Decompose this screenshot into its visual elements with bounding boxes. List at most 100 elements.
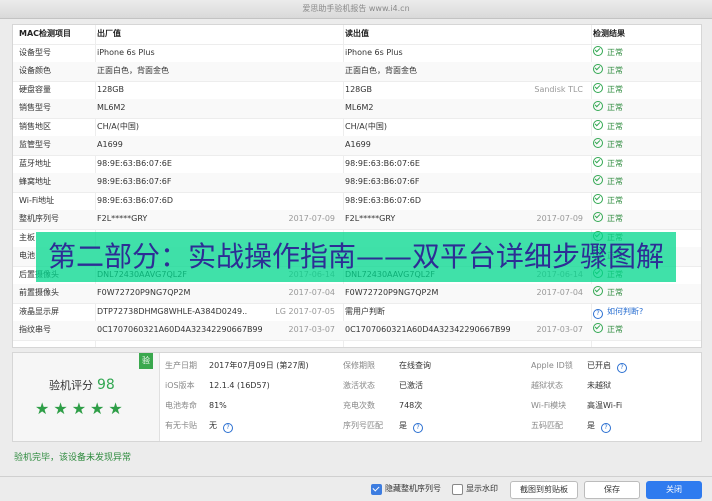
inspection-table: MAC检测项目 出厂值 读出值 检测结果 设备型号 iPhone 6s Plus i…: [12, 24, 702, 348]
info-value: 12.1.4 (16D57): [209, 381, 270, 390]
verified-badge: 验: [139, 353, 153, 369]
row-item: 监管型号: [19, 140, 51, 149]
row-read-cell: 需用户判断: [345, 303, 591, 322]
factory-value: 0C1707060321A60D4A32342290667B99: [97, 325, 263, 334]
info-value: 748次: [399, 401, 423, 410]
hide-serial-label[interactable]: 隐藏整机序列号: [385, 482, 441, 496]
factory-value: 正面白色，背面金色: [97, 66, 169, 75]
row-item: 设备颜色: [19, 66, 51, 75]
row-item: 指纹串号: [19, 325, 51, 334]
table-row: 蜂窝地址 98:9E:63:B6:07:6F 98:9E:63:B6:07:6F 正常: [13, 173, 701, 193]
table-row: 液晶显示屏 DTP72738DHMG8WHLE-A384D0249.. LG 201…: [13, 303, 701, 322]
row-result-cell: 正常: [593, 44, 701, 63]
read-date: Sandisk TLC: [534, 84, 583, 94]
result-status: 正常: [607, 195, 623, 205]
table-header: MAC检测项目 出厂值 读出值 检测结果: [13, 25, 701, 45]
info-value: 未越狱: [587, 381, 611, 390]
factory-value: 98:9E:63:B6:07:6D: [97, 195, 173, 205]
result-status: 正常: [607, 214, 623, 223]
result-message: 验机完毕，该设备未发现异常: [14, 453, 132, 463]
info-field: Apple ID锁 已开启?: [531, 357, 631, 375]
factory-date: 2017-07-04: [288, 288, 336, 297]
info-value[interactable]: 在线查询: [399, 361, 431, 370]
row-item: 前置摄像头: [19, 288, 59, 297]
info-value: 2017年07月09日 (第27周): [209, 361, 309, 370]
read-date: 2017-03-07: [536, 325, 584, 334]
row-factory-cell: 128GB: [97, 81, 343, 100]
row-item: 液晶显示屏: [19, 306, 59, 316]
row-read-cell: iPhone 6s Plus: [345, 44, 591, 63]
row-read-cell: 98:9E:63:B6:07:6F: [345, 173, 591, 192]
check-circle-icon: [593, 323, 603, 333]
factory-date: 2017-07-09: [288, 214, 336, 223]
check-circle-icon: [593, 101, 603, 111]
result-status: 正常: [607, 121, 623, 131]
row-read-cell: CH/A(中国): [345, 118, 591, 137]
info-label: Apple ID锁: [531, 361, 573, 370]
table-row: 前置摄像头 F0W72720P9NG7QP2M 2017-07-04 F0W72720…: [13, 284, 701, 304]
check-circle-icon: [593, 156, 603, 167]
score-box: 验 验机评分 98 ★★★★★: [13, 353, 160, 441]
row-item: 销售地区: [19, 121, 51, 131]
how-to-judge-link[interactable]: 如何判断?: [607, 307, 643, 316]
info-value: 已激活: [399, 381, 423, 390]
factory-value: 98:9E:63:B6:07:6F: [97, 177, 172, 186]
close-button[interactable]: 关闭: [646, 481, 702, 499]
info-label: 激活状态: [343, 381, 375, 390]
info-value: 无: [209, 421, 217, 430]
row-factory-cell: F0W72720P9NG7QP2M 2017-07-04: [97, 284, 343, 303]
row-result-cell: 正常: [593, 99, 701, 118]
row-factory-cell: 0C1707060321A60D4A32342290667B99 2017-03-…: [97, 321, 343, 340]
row-result-cell[interactable]: ? 如何判断?: [593, 303, 701, 322]
score-label: 验机评分 98: [49, 377, 115, 393]
row-item: 整机序列号: [19, 214, 59, 223]
factory-value: ML6M2: [97, 103, 126, 112]
row-result-cell: 正常: [593, 81, 701, 100]
question-circle-icon[interactable]: ?: [223, 423, 233, 433]
summary-panel: 验 验机评分 98 ★★★★★ 生产日期 2017年07月09日 (第27周) 保修期…: [12, 352, 702, 442]
read-value: F2L*****GRY: [345, 214, 396, 223]
info-field: 有无卡贴 无?: [165, 417, 237, 435]
save-button[interactable]: 保存: [584, 481, 640, 499]
read-value: 98:9E:63:B6:07:6F: [345, 177, 420, 186]
row-factory-cell: 98:9E:63:B6:07:6F: [97, 173, 343, 192]
check-circle-icon: [593, 82, 603, 93]
info-label: 电池寿命: [165, 401, 197, 410]
watermark-label[interactable]: 显示水印: [466, 482, 498, 496]
factory-value: 128GB: [97, 84, 124, 94]
hide-serial-checkbox[interactable]: [371, 484, 382, 495]
row-read-cell: 正面白色，背面金色: [345, 62, 591, 81]
info-value: 高温Wi-Fi: [587, 401, 623, 410]
table-row: 销售地区 CH/A(中国) CH/A(中国) 正常: [13, 118, 701, 137]
row-item: 销售型号: [19, 103, 51, 112]
info-field: 保修期限 在线查询: [343, 357, 431, 375]
info-field: 充电次数 748次: [343, 397, 422, 415]
read-value: 128GB: [345, 84, 372, 94]
question-circle-icon[interactable]: ?: [601, 423, 611, 433]
header-read: 读出值: [345, 29, 369, 38]
row-factory-cell: iPhone 6s Plus: [97, 44, 343, 63]
copy-screenshot-button[interactable]: 截图到剪贴板: [510, 481, 578, 499]
result-status: 正常: [607, 158, 623, 168]
check-circle-icon: [593, 119, 603, 130]
factory-value: F0W72720P9NG7QP2M: [97, 288, 191, 297]
question-circle-icon[interactable]: ?: [617, 363, 627, 373]
info-label: Wi-Fi模块: [531, 401, 567, 410]
info-value: 是: [587, 421, 595, 430]
row-factory-cell: A1699: [97, 136, 343, 155]
read-value: 需用户判断: [345, 306, 385, 316]
question-circle-icon[interactable]: ?: [413, 423, 423, 433]
row-read-cell: 98:9E:63:B6:07:6D: [345, 192, 591, 211]
row-result-cell: 正常: [593, 284, 701, 303]
row-result-cell: 正常: [593, 192, 701, 211]
header-result: 检测结果: [593, 29, 625, 38]
row-read-cell: F0W72720P9NG7QP2M 2017-07-04: [345, 284, 591, 303]
read-value: F0W72720P9NG7QP2M: [345, 288, 439, 297]
read-value: ML6M2: [345, 103, 374, 112]
info-field: 生产日期 2017年07月09日 (第27周): [165, 357, 309, 375]
result-status: 正常: [607, 140, 623, 149]
info-label: 充电次数: [343, 401, 375, 410]
table-row: 监管型号 A1699 A1699 正常: [13, 136, 701, 156]
info-field: 序列号匹配 是?: [343, 417, 427, 435]
watermark-checkbox[interactable]: [452, 484, 463, 495]
